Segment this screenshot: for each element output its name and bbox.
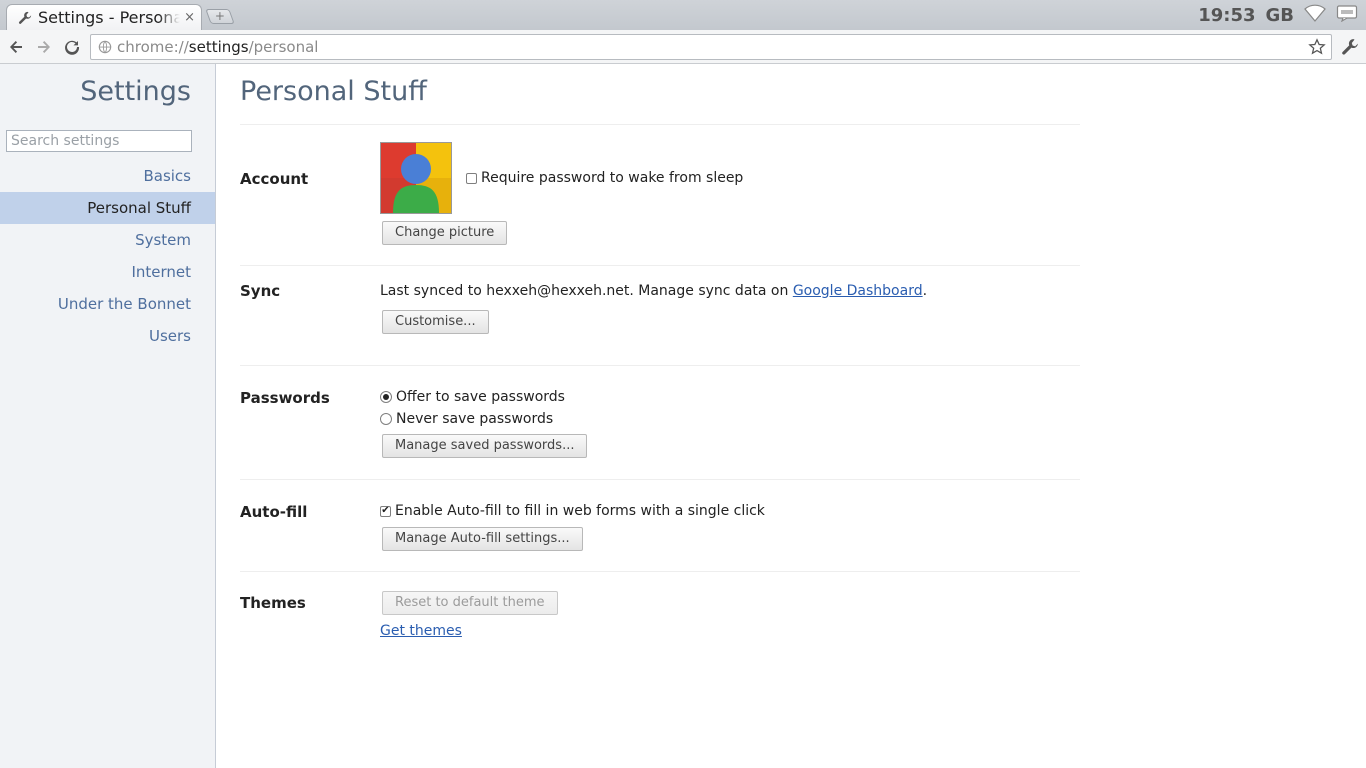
never-save-passwords-label: Never save passwords	[396, 411, 554, 427]
sync-status: Last synced to hexxeh@hexxeh.net. Manage…	[380, 280, 1080, 302]
get-themes-link[interactable]: Get themes	[380, 623, 462, 639]
back-arrow-icon[interactable]	[6, 37, 26, 57]
tab-settings[interactable]: Settings - Personal Stuff ×	[6, 4, 202, 30]
page-title: Personal Stuff	[240, 64, 1080, 125]
tab-title: Settings - Personal Stuff	[38, 8, 181, 27]
themes-title: Themes	[240, 594, 306, 612]
offer-save-passwords-label: Offer to save passwords	[396, 389, 565, 405]
offer-save-passwords-radio[interactable]	[380, 391, 392, 403]
tab-strip: Settings - Personal Stuff × + 19:53 GB	[0, 0, 1366, 30]
sidebar-item-system[interactable]: System	[0, 224, 215, 256]
manage-saved-passwords-button[interactable]: Manage saved passwords...	[382, 434, 588, 458]
notification-icon[interactable]	[1336, 4, 1358, 26]
browser-toolbar: chrome://settings/personal	[0, 30, 1366, 64]
change-picture-button[interactable]: Change picture	[382, 221, 508, 245]
account-title: Account	[240, 170, 309, 188]
sync-title: Sync	[240, 282, 281, 300]
wrench-menu-icon[interactable]	[1340, 37, 1360, 57]
autofill-section: Auto-fill ✔ Enable Auto-fill to fill in …	[240, 480, 1080, 572]
settings-sidebar: Settings Basics Personal Stuff System In…	[0, 64, 216, 768]
sidebar-item-under-the-bonnet[interactable]: Under the Bonnet	[0, 288, 215, 320]
sync-section: Sync Last synced to hexxeh@hexxeh.net. M…	[240, 266, 1080, 366]
wifi-icon[interactable]	[1304, 4, 1326, 26]
search-input[interactable]	[6, 130, 192, 152]
customise-button[interactable]: Customise...	[382, 310, 489, 334]
never-save-passwords-row[interactable]: Never save passwords	[380, 408, 1080, 430]
enable-autofill-label: Enable Auto-fill to fill in web forms wi…	[395, 503, 765, 519]
reload-icon[interactable]	[62, 37, 82, 57]
manage-autofill-button[interactable]: Manage Auto-fill settings...	[382, 527, 583, 551]
new-tab-button[interactable]: +	[205, 9, 235, 24]
sidebar-item-users[interactable]: Users	[0, 320, 215, 352]
clock[interactable]: 19:53	[1198, 5, 1255, 26]
sidebar-item-basics[interactable]: Basics	[0, 160, 215, 192]
passwords-title: Passwords	[240, 389, 330, 407]
require-password-label: Require password to wake from sleep	[481, 170, 744, 186]
sidebar-title: Settings	[80, 76, 191, 107]
never-save-passwords-radio[interactable]	[380, 413, 392, 425]
google-dashboard-link[interactable]: Google Dashboard	[793, 283, 923, 299]
autofill-title: Auto-fill	[240, 503, 308, 521]
account-section: Account Require password to wake from sl	[240, 125, 1080, 266]
avatar-icon	[381, 143, 451, 213]
url-scheme: chrome://	[117, 38, 189, 56]
star-icon[interactable]	[1307, 37, 1327, 57]
url-path: /personal	[248, 38, 319, 56]
user-picture[interactable]	[380, 142, 452, 214]
offer-save-passwords-row[interactable]: Offer to save passwords	[380, 386, 1080, 408]
require-password-checkbox[interactable]	[466, 172, 477, 184]
tab-close-icon[interactable]: ×	[184, 10, 195, 25]
forward-arrow-icon[interactable]	[34, 37, 54, 57]
sync-status-end: .	[922, 283, 928, 299]
themes-section: Themes Reset to default theme Get themes	[240, 572, 1080, 662]
settings-main: Personal Stuff Account Require password …	[240, 64, 1080, 662]
keyboard-layout[interactable]: GB	[1266, 5, 1295, 26]
reset-default-theme-button[interactable]: Reset to default theme	[382, 591, 558, 615]
sidebar-nav: Basics Personal Stuff System Internet Un…	[0, 160, 215, 352]
new-tab-label: +	[214, 9, 225, 23]
omnibox[interactable]: chrome://settings/personal	[90, 34, 1332, 60]
sidebar-item-internet[interactable]: Internet	[0, 256, 215, 288]
url-host: settings	[188, 38, 249, 56]
require-password-row[interactable]: Require password to wake from sleep	[466, 167, 743, 189]
enable-autofill-row[interactable]: ✔ Enable Auto-fill to fill in web forms …	[380, 500, 1080, 522]
enable-autofill-checkbox[interactable]: ✔	[380, 505, 391, 517]
wrench-icon	[17, 10, 33, 26]
system-tray: 19:53 GB	[1198, 0, 1366, 30]
sync-status-text: Last synced to hexxeh@hexxeh.net. Manage…	[380, 283, 789, 299]
url-text[interactable]: chrome://settings/personal	[117, 38, 1307, 56]
sidebar-item-personal-stuff[interactable]: Personal Stuff	[0, 192, 215, 224]
passwords-section: Passwords Offer to save passwords Never …	[240, 366, 1080, 480]
globe-icon	[97, 39, 113, 55]
